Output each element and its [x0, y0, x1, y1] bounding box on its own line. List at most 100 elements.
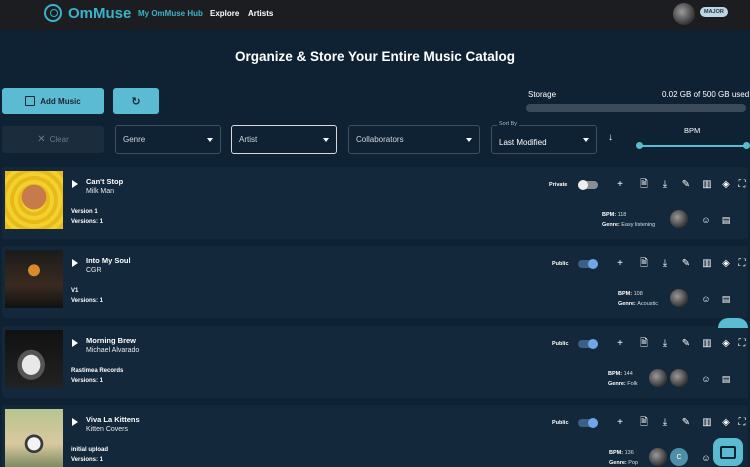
track-bpm: BPM: 108: [618, 291, 643, 297]
add-file-icon[interactable]: 🗎: [638, 259, 650, 269]
track-title[interactable]: Viva La Kittens: [86, 415, 140, 424]
edit-icon[interactable]: ✎: [680, 418, 692, 428]
manage-user-icon[interactable]: ☺: [700, 374, 712, 384]
storage-label: Storage: [528, 90, 557, 99]
track-artist[interactable]: Kitten Covers: [86, 426, 128, 433]
nav-link-explore[interactable]: Explore: [210, 9, 239, 18]
genre-select[interactable]: Genre: [115, 125, 221, 154]
play-icon[interactable]: [72, 339, 78, 347]
manage-user-icon[interactable]: ☺: [700, 294, 712, 304]
track-card[interactable]: Can't Stop Milk Man Version 1 Versions: …: [2, 167, 748, 239]
collaborator-avatar[interactable]: [649, 448, 667, 466]
fullscreen-icon[interactable]: ⛶: [736, 418, 748, 428]
sort-by-select[interactable]: Last Modified: [491, 125, 597, 154]
download-icon[interactable]: ⤓: [659, 418, 671, 428]
track-version: V1: [71, 288, 79, 294]
collaborator-avatar[interactable]: C: [670, 448, 688, 466]
bpm-slider-track[interactable]: [639, 145, 746, 147]
refresh-icon: ↻: [131, 95, 141, 108]
plus-icon[interactable]: +: [614, 339, 626, 349]
add-file-icon[interactable]: 🗎: [638, 180, 650, 190]
play-icon[interactable]: [72, 180, 78, 188]
track-title[interactable]: Can't Stop: [86, 177, 123, 186]
privacy-toggle[interactable]: [578, 418, 598, 428]
download-icon[interactable]: ⤓: [659, 259, 671, 269]
album-cover[interactable]: [5, 330, 63, 388]
track-artist[interactable]: CGR: [86, 267, 102, 274]
chat-button[interactable]: [713, 438, 743, 466]
bpm-slider-max-handle[interactable]: [743, 142, 750, 149]
track-versions-count: Versions: 1: [71, 298, 104, 304]
clear-button[interactable]: ✕ Clear: [2, 126, 104, 153]
track-title[interactable]: Morning Brew: [86, 336, 136, 345]
privacy-toggle[interactable]: [578, 180, 598, 190]
album-cover[interactable]: [5, 409, 63, 467]
track-title[interactable]: Into My Soul: [86, 256, 131, 265]
edit-icon[interactable]: ✎: [680, 339, 692, 349]
split-icon[interactable]: ▥: [701, 259, 713, 269]
album-cover[interactable]: [5, 250, 63, 308]
split-icon[interactable]: ▥: [701, 339, 713, 349]
comment-icon[interactable]: ▤: [720, 215, 732, 225]
track-card[interactable]: Into My Soul CGR V1 Versions: 1 Public B…: [2, 246, 748, 318]
track-version: Version 1: [71, 209, 98, 215]
download-icon[interactable]: ⤓: [659, 339, 671, 349]
storage-value: 0.02 GB of 500 GB used: [662, 90, 750, 99]
artist-select[interactable]: Artist: [231, 125, 337, 154]
track-artist[interactable]: Milk Man: [86, 188, 114, 195]
ai-icon[interactable]: ◈: [720, 418, 732, 428]
collaborator-avatar[interactable]: [670, 210, 688, 228]
collaborator-avatar[interactable]: [670, 289, 688, 307]
manage-user-icon[interactable]: ☺: [700, 215, 712, 225]
refresh-button[interactable]: ↻: [113, 88, 159, 114]
privacy-label: Public: [552, 341, 569, 347]
split-icon[interactable]: ▥: [701, 418, 713, 428]
sort-direction-icon[interactable]: ↓: [608, 132, 613, 143]
track-card[interactable]: Viva La Kittens Kitten Covers initial up…: [2, 405, 748, 467]
ai-icon[interactable]: ◈: [720, 259, 732, 269]
play-icon[interactable]: [72, 259, 78, 267]
track-genre: Genre: Acoustic: [618, 301, 659, 307]
collaborators-select-value: Collaborators: [356, 135, 404, 144]
ai-icon[interactable]: ◈: [720, 180, 732, 190]
logo[interactable]: OmMuse: [44, 4, 131, 22]
download-icon[interactable]: ⤓: [659, 180, 671, 190]
fullscreen-icon[interactable]: ⛶: [736, 339, 748, 349]
add-music-button[interactable]: Add Music: [2, 88, 104, 114]
scroll-indicator[interactable]: [718, 318, 748, 328]
user-avatar[interactable]: [673, 3, 695, 25]
privacy-label: Public: [552, 261, 569, 267]
manage-user-icon[interactable]: ☺: [700, 453, 712, 463]
caret-down-icon: [207, 138, 213, 142]
nav-link-hub[interactable]: My OmMuse Hub: [138, 9, 203, 18]
edit-icon[interactable]: ✎: [680, 180, 692, 190]
track-artist[interactable]: Michael Alvarado: [86, 347, 139, 354]
page-title: Organize & Store Your Entire Music Catal…: [234, 49, 516, 64]
clear-label: Clear: [49, 135, 69, 144]
edit-icon[interactable]: ✎: [680, 259, 692, 269]
comment-icon[interactable]: ▤: [720, 294, 732, 304]
fullscreen-icon[interactable]: ⛶: [736, 180, 748, 190]
privacy-toggle[interactable]: [578, 259, 598, 269]
privacy-toggle[interactable]: [578, 339, 598, 349]
play-icon[interactable]: [72, 418, 78, 426]
album-cover[interactable]: [5, 171, 63, 229]
split-icon[interactable]: ▥: [701, 180, 713, 190]
nav-link-artists[interactable]: Artists: [248, 9, 273, 18]
collaborator-avatar[interactable]: [670, 369, 688, 387]
collaborators-select[interactable]: Collaborators: [348, 125, 480, 154]
plus-icon[interactable]: +: [614, 180, 626, 190]
bpm-slider-min-handle[interactable]: [636, 142, 643, 149]
add-file-icon[interactable]: 🗎: [638, 418, 650, 428]
add-file-icon[interactable]: 🗎: [638, 339, 650, 349]
plus-icon[interactable]: +: [614, 418, 626, 428]
ai-icon[interactable]: ◈: [720, 339, 732, 349]
comment-icon[interactable]: ▤: [720, 374, 732, 384]
track-bpm: BPM: 144: [608, 371, 633, 377]
toggle-knob: [578, 180, 588, 190]
track-card[interactable]: Morning Brew Michael Alvarado Rastimea R…: [2, 326, 748, 398]
fullscreen-icon[interactable]: ⛶: [736, 259, 748, 269]
sort-by-value: Last Modified: [499, 138, 547, 147]
collaborator-avatar[interactable]: [649, 369, 667, 387]
plus-icon[interactable]: +: [614, 259, 626, 269]
